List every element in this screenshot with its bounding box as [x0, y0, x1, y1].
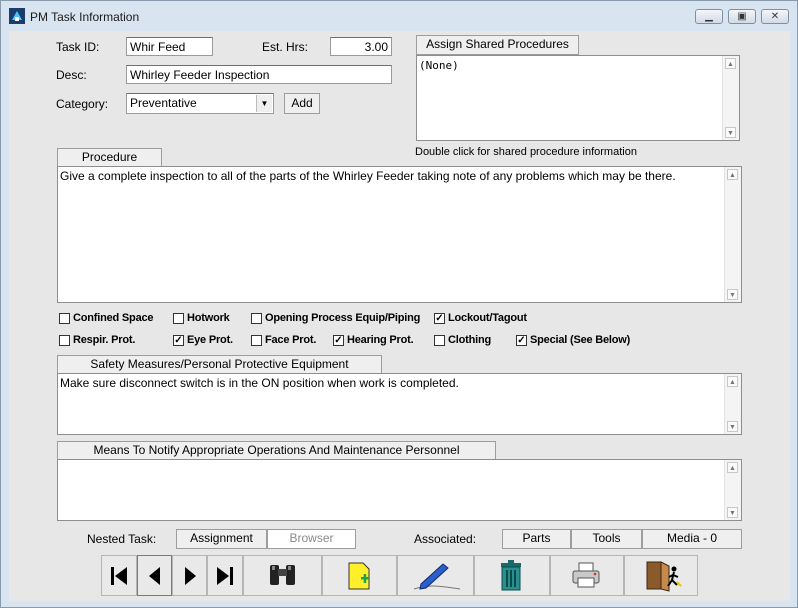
new-document-icon — [348, 562, 370, 590]
prev-record-icon — [149, 567, 160, 585]
special-checkbox[interactable]: ✓ — [516, 335, 527, 346]
scroll-down-icon[interactable]: ▼ — [727, 421, 738, 432]
edit-sign-button[interactable] — [397, 555, 474, 596]
procedure-scrollbar[interactable]: ▲ ▼ — [724, 167, 741, 302]
printer-icon — [572, 562, 600, 588]
media-button[interactable]: Media - 0 — [642, 529, 742, 549]
est-hrs-label: Est. Hrs: — [262, 40, 309, 54]
shared-list-scrollbar[interactable]: ▲ ▼ — [722, 56, 739, 140]
eye-prot-checkbox[interactable]: ✓ — [173, 335, 184, 346]
app-icon — [9, 8, 25, 24]
procedure-text-area[interactable]: Give a complete inspection to all of the… — [57, 166, 742, 303]
assignment-button[interactable]: Assignment — [176, 529, 267, 549]
procedure-text: Give a complete inspection to all of the… — [60, 169, 676, 183]
trash-icon — [501, 560, 521, 591]
clothing-label: Clothing — [448, 334, 491, 346]
desc-field[interactable]: Whirley Feeder Inspection — [126, 65, 392, 84]
task-id-field[interactable]: Whir Feed — [126, 37, 213, 56]
title-bar: PM Task Information ▁ ▣ ✕ — [1, 1, 797, 31]
prev-record-button[interactable] — [137, 555, 172, 596]
nested-task-label: Nested Task: — [87, 532, 157, 546]
opening-process-checkbox[interactable] — [251, 313, 262, 324]
notify-scrollbar[interactable]: ▲ ▼ — [724, 460, 741, 520]
desc-label: Desc: — [56, 68, 87, 82]
assign-shared-procedures-button[interactable]: Assign Shared Procedures — [416, 35, 579, 55]
respir-prot-label: Respir. Prot. — [73, 334, 136, 346]
scroll-up-icon[interactable]: ▲ — [727, 169, 738, 180]
eye-prot-label: Eye Prot. — [187, 334, 233, 346]
tools-button[interactable]: Tools — [571, 529, 642, 549]
first-record-button[interactable] — [101, 555, 137, 596]
minimize-icon: ▁ — [705, 11, 713, 22]
exit-door-icon — [646, 561, 682, 592]
scroll-down-icon[interactable]: ▼ — [727, 507, 738, 518]
browser-button[interactable]: Browser — [267, 529, 356, 549]
safety-header-button[interactable]: Safety Measures/Personal Protective Equi… — [57, 355, 382, 373]
parts-button[interactable]: Parts — [502, 529, 571, 549]
form-area: Task ID: Whir Feed Est. Hrs: 3.00 Desc: … — [9, 31, 790, 601]
safety-text: Make sure disconnect switch is in the ON… — [60, 376, 459, 390]
face-prot-label: Face Prot. — [265, 334, 317, 346]
scroll-up-icon[interactable]: ▲ — [725, 58, 736, 69]
special-label: Special (See Below) — [530, 334, 631, 346]
face-prot-checkbox[interactable] — [251, 335, 262, 346]
pm-task-window: PM Task Information ▁ ▣ ✕ Task ID: Whir … — [0, 0, 798, 608]
next-record-button[interactable] — [172, 555, 207, 596]
scroll-up-icon[interactable]: ▲ — [727, 376, 738, 387]
minimize-button[interactable]: ▁ — [695, 9, 723, 24]
last-record-icon — [217, 567, 233, 585]
delete-button[interactable] — [474, 555, 550, 596]
notify-text-area[interactable]: ▲ ▼ — [57, 459, 742, 521]
next-record-icon — [185, 567, 196, 585]
task-id-label: Task ID: — [56, 40, 100, 54]
safety-text-area[interactable]: Make sure disconnect switch is in the ON… — [57, 373, 742, 435]
scroll-down-icon[interactable]: ▼ — [727, 289, 738, 300]
confined-space-label: Confined Space — [73, 312, 154, 324]
maximize-button[interactable]: ▣ — [728, 9, 756, 24]
hearing-prot-checkbox[interactable]: ✓ — [333, 335, 344, 346]
window-title: PM Task Information — [30, 10, 140, 24]
category-value: Preventative — [130, 96, 197, 110]
scroll-down-icon[interactable]: ▼ — [725, 127, 736, 138]
exit-button[interactable] — [624, 555, 698, 596]
hearing-prot-label: Hearing Prot. — [347, 334, 414, 346]
opening-process-label: Opening Process Equip/Piping — [265, 312, 421, 324]
lockout-tagout-label: Lockout/Tagout — [448, 312, 527, 324]
close-button[interactable]: ✕ — [761, 9, 789, 24]
associated-label: Associated: — [414, 532, 477, 546]
est-hrs-field[interactable]: 3.00 — [330, 37, 392, 56]
safety-scrollbar[interactable]: ▲ ▼ — [724, 374, 741, 434]
category-label: Category: — [56, 97, 109, 111]
hotwork-checkbox[interactable] — [173, 313, 184, 324]
find-button[interactable] — [243, 555, 322, 596]
category-select[interactable]: Preventative ▼ — [126, 93, 274, 114]
notify-header-button[interactable]: Means To Notify Appropriate Operations A… — [57, 441, 496, 459]
last-record-button[interactable] — [207, 555, 243, 596]
add-category-button[interactable]: Add — [284, 93, 320, 114]
close-icon: ✕ — [770, 11, 780, 22]
shared-procedures-list[interactable]: (None) ▲ ▼ — [416, 55, 740, 141]
chevron-down-icon[interactable]: ▼ — [256, 95, 272, 112]
first-record-icon — [111, 567, 127, 585]
lockout-tagout-checkbox[interactable]: ✓ — [434, 313, 445, 324]
shared-procedure-hint: Double click for shared procedure inform… — [415, 146, 637, 158]
shared-procedure-item[interactable]: (None) — [419, 59, 459, 72]
print-button[interactable] — [550, 555, 624, 596]
restore-icon: ▣ — [737, 11, 747, 22]
scroll-up-icon[interactable]: ▲ — [727, 462, 738, 473]
procedure-header-button[interactable]: Procedure — [57, 148, 162, 166]
signature-pen-icon — [413, 563, 461, 590]
clothing-checkbox[interactable] — [434, 335, 445, 346]
hotwork-label: Hotwork — [187, 312, 230, 324]
confined-space-checkbox[interactable] — [59, 313, 70, 324]
binoculars-icon — [270, 565, 295, 585]
new-record-button[interactable] — [322, 555, 397, 596]
respir-prot-checkbox[interactable] — [59, 335, 70, 346]
